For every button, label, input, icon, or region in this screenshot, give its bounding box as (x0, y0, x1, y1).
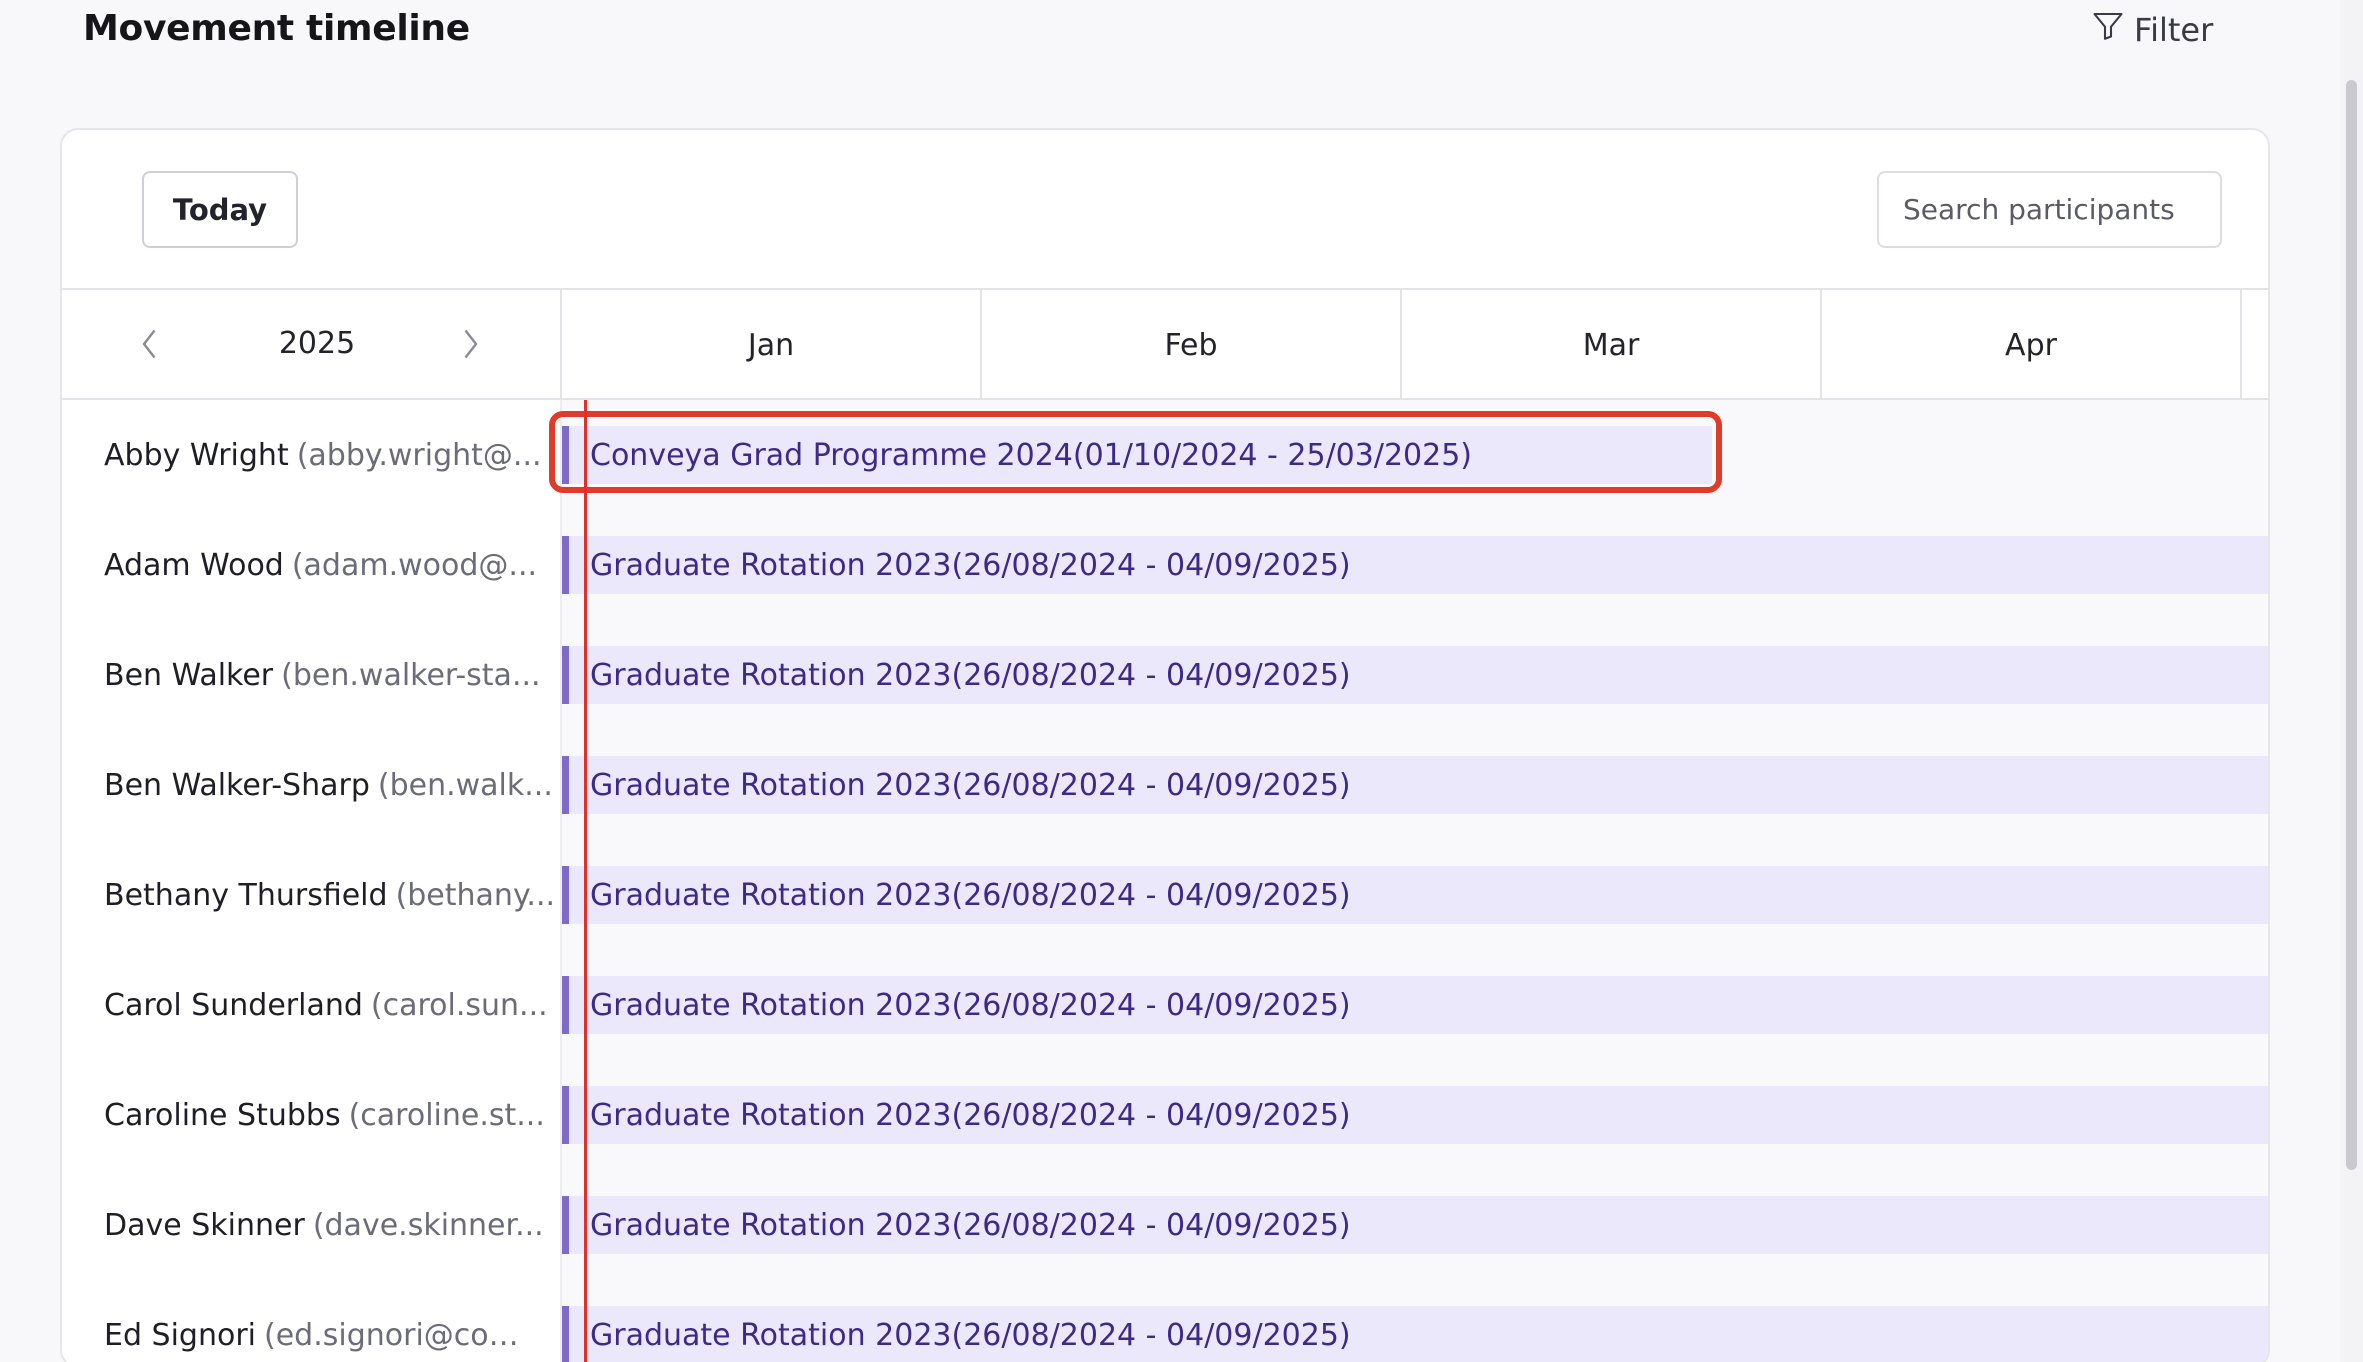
programme-bar[interactable]: Graduate Rotation 2023(26/08/2024 - 04/0… (562, 1306, 2268, 1362)
participant-name: Adam Wood (104, 547, 284, 583)
filter-icon (2090, 8, 2126, 52)
participant-name: Carol Sunderland (104, 987, 363, 1023)
participant-email: (bethany... (395, 877, 556, 913)
participant-cell[interactable]: Dave Skinner (dave.skinner... (62, 1170, 562, 1280)
page-scrollbar[interactable] (2340, 0, 2363, 1362)
timeline-lane: Graduate Rotation 2023(26/08/2024 - 04/0… (562, 510, 2268, 620)
table-row: Carol Sunderland (carol.sun... Graduate … (62, 950, 2268, 1060)
participant-name: Ben Walker (104, 657, 274, 693)
programme-bar[interactable]: Graduate Rotation 2023(26/08/2024 - 04/0… (562, 866, 2268, 924)
participant-name: Caroline Stubbs (104, 1097, 341, 1133)
programme-bar[interactable]: Graduate Rotation 2023(26/08/2024 - 04/0… (562, 1086, 2268, 1144)
participant-cell[interactable]: Caroline Stubbs (caroline.st... (62, 1060, 562, 1170)
participant-cell[interactable]: Abby Wright (abby.wright@... (62, 400, 562, 510)
timeline-lane: Graduate Rotation 2023(26/08/2024 - 04/0… (562, 1280, 2268, 1362)
table-row: Ed Signori (ed.signori@conv... Graduate … (62, 1280, 2268, 1362)
table-row: Adam Wood (adam.wood@... Graduate Rotati… (62, 510, 2268, 620)
movement-timeline-page: Movement timeline Filter Today 2025 J (0, 0, 2363, 1362)
participant-cell[interactable]: Bethany Thursfield (bethany... (62, 840, 562, 950)
table-row: Bethany Thursfield (bethany... Graduate … (62, 840, 2268, 950)
year-navigator: 2025 (62, 290, 562, 400)
participant-email: (ben.walk... (377, 767, 553, 803)
timeline-lane: Graduate Rotation 2023(26/08/2024 - 04/0… (562, 620, 2268, 730)
month-header-feb: Feb (982, 290, 1402, 400)
participant-cell[interactable]: Adam Wood (adam.wood@... (62, 510, 562, 620)
year-label: 2025 (278, 326, 356, 361)
chevron-right-icon[interactable] (452, 326, 488, 362)
timeline-lane: Graduate Rotation 2023(26/08/2024 - 04/0… (562, 950, 2268, 1060)
participant-name: Ben Walker-Sharp (104, 767, 370, 803)
month-header-jan: Jan (562, 290, 982, 400)
programme-bar[interactable]: Conveya Grad Programme 2024(01/10/2024 -… (562, 426, 1712, 484)
participant-name: Abby Wright (104, 437, 289, 473)
scrollbar-thumb[interactable] (2346, 80, 2357, 1170)
participant-name: Bethany Thursfield (104, 877, 388, 913)
table-row: Abby Wright (abby.wright@... Conveya Gra… (62, 400, 2268, 510)
programme-bar[interactable]: Graduate Rotation 2023(26/08/2024 - 04/0… (562, 1196, 2268, 1254)
participant-email: (ed.signori@conv... (264, 1317, 524, 1353)
month-header-apr: Apr (1822, 290, 2242, 400)
month-header-mar: Mar (1402, 290, 1822, 400)
participant-cell[interactable]: Carol Sunderland (carol.sun... (62, 950, 562, 1060)
participant-email: (caroline.st... (348, 1097, 545, 1133)
participant-email: (adam.wood@... (291, 547, 538, 583)
timeline-lane: Graduate Rotation 2023(26/08/2024 - 04/0… (562, 1170, 2268, 1280)
participant-name: Ed Signori (104, 1317, 256, 1353)
timeline-lane: Graduate Rotation 2023(26/08/2024 - 04/0… (562, 840, 2268, 950)
timeline-card: Today 2025 Jan Feb Mar Apr Abby Wright (60, 128, 2270, 1362)
today-marker-line (584, 400, 587, 1362)
table-row: Caroline Stubbs (caroline.st... Graduate… (62, 1060, 2268, 1170)
timeline-lane: Graduate Rotation 2023(26/08/2024 - 04/0… (562, 730, 2268, 840)
filter-button[interactable]: Filter (2090, 8, 2213, 52)
participant-cell[interactable]: Ed Signori (ed.signori@conv... (62, 1280, 562, 1362)
today-button[interactable]: Today (142, 171, 298, 248)
participant-email: (ben.walker-sta... (281, 657, 541, 693)
participant-email: (abby.wright@... (296, 437, 542, 473)
participant-name: Dave Skinner (104, 1207, 305, 1243)
table-row: Dave Skinner (dave.skinner... Graduate R… (62, 1170, 2268, 1280)
search-participants-input[interactable] (1877, 171, 2222, 248)
table-row: Ben Walker-Sharp (ben.walk... Graduate R… (62, 730, 2268, 840)
programme-bar[interactable]: Graduate Rotation 2023(26/08/2024 - 04/0… (562, 646, 2268, 704)
page-title: Movement timeline (83, 8, 470, 49)
programme-bar[interactable]: Graduate Rotation 2023(26/08/2024 - 04/0… (562, 536, 2268, 594)
timeline-lane: Conveya Grad Programme 2024(01/10/2024 -… (562, 400, 2268, 510)
timeline-header: 2025 Jan Feb Mar Apr (62, 290, 2268, 400)
participant-cell[interactable]: Ben Walker-Sharp (ben.walk... (62, 730, 562, 840)
programme-bar[interactable]: Graduate Rotation 2023(26/08/2024 - 04/0… (562, 976, 2268, 1034)
programme-bar[interactable]: Graduate Rotation 2023(26/08/2024 - 04/0… (562, 756, 2268, 814)
participant-email: (dave.skinner... (312, 1207, 544, 1243)
timeline-lane: Graduate Rotation 2023(26/08/2024 - 04/0… (562, 1060, 2268, 1170)
table-row: Ben Walker (ben.walker-sta... Graduate R… (62, 620, 2268, 730)
filter-label: Filter (2134, 11, 2214, 49)
participant-email: (carol.sun... (370, 987, 548, 1023)
timeline-rows: Abby Wright (abby.wright@... Conveya Gra… (62, 400, 2268, 1362)
chevron-left-icon[interactable] (132, 326, 168, 362)
participant-cell[interactable]: Ben Walker (ben.walker-sta... (62, 620, 562, 730)
timeline-toolbar: Today (62, 130, 2268, 290)
